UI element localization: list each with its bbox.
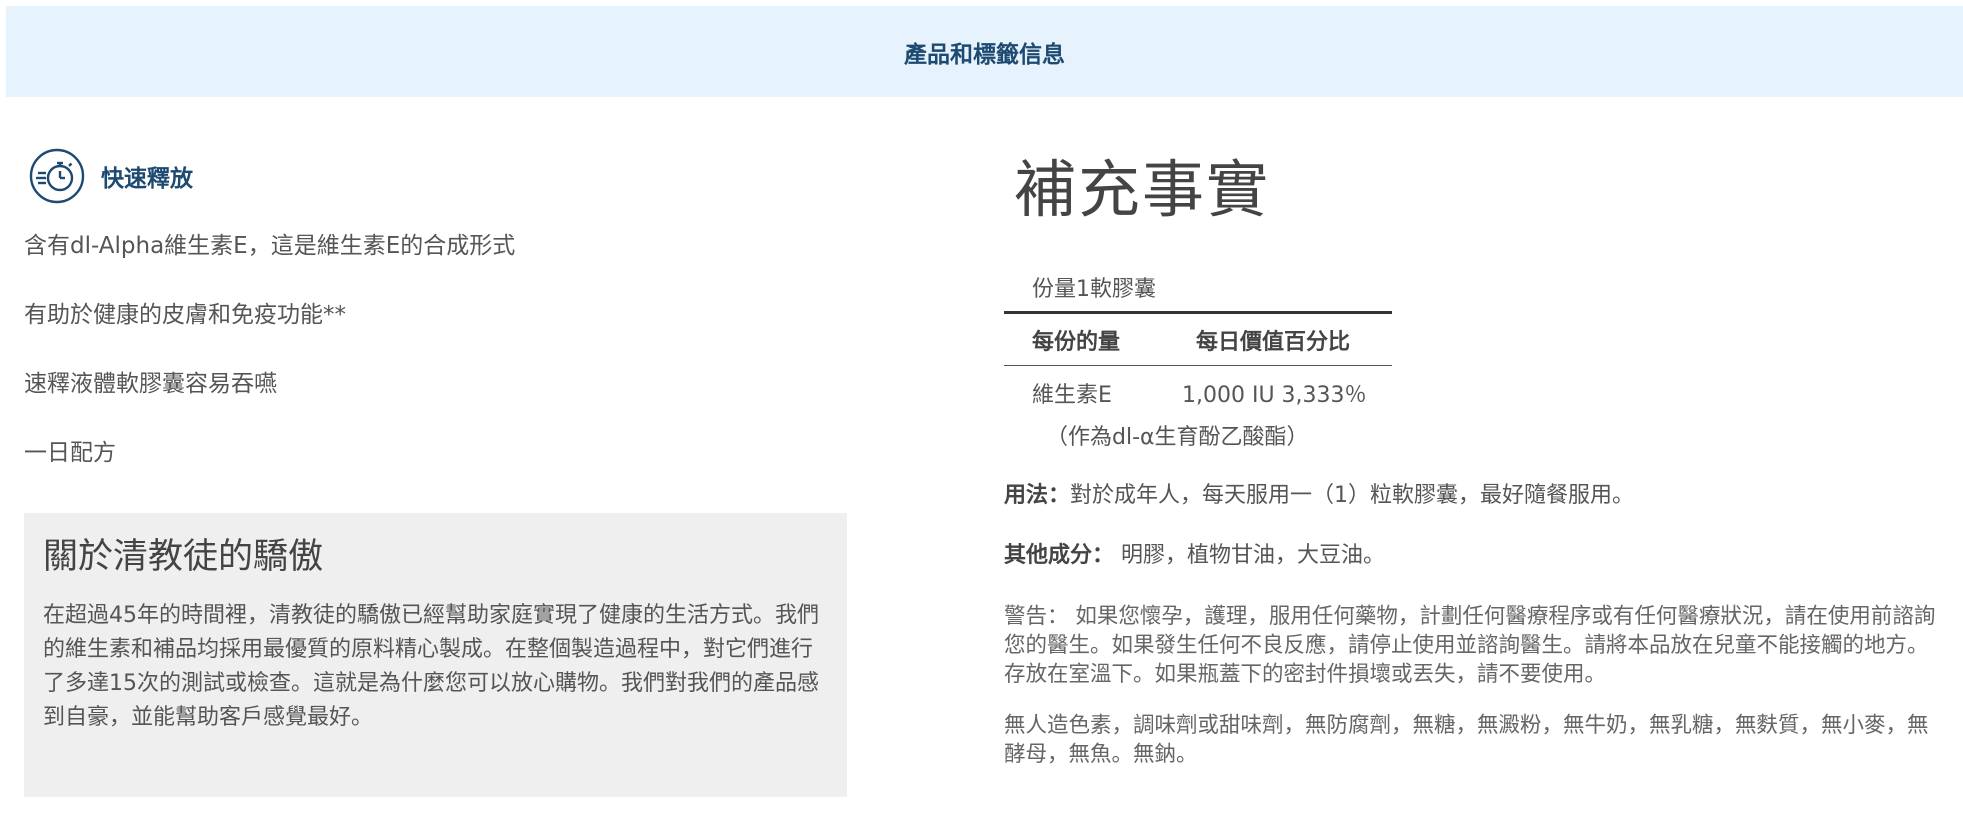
column-header-amount: 每份的量 bbox=[1032, 329, 1121, 355]
list-item: 含有dl-Alpha維生素E，這是維生素E的合成形式 bbox=[24, 233, 516, 259]
about-body: 在超過45年的時間裡，清教徒的驕傲已經幫助家庭實現了健康的生活方式。我們的維生素… bbox=[43, 603, 819, 730]
facts-title: 補充事實 bbox=[1014, 153, 1271, 226]
column-header-dv: 每日價值百分比 bbox=[1196, 329, 1351, 355]
feature-title: 快速釋放 bbox=[101, 166, 193, 192]
free-from-text: 無人造色素，調味劑或甜味劑，無防腐劑，無糖，無澱粉，無牛奶，無乳糖，無麩質，無小… bbox=[1004, 713, 1929, 767]
usage-text: 用法：對於成年人，每天服用一（1）粒軟膠囊，最好隨餐服用。 bbox=[1004, 476, 1944, 516]
list-item: 有助於健康的皮膚和免疫功能** bbox=[24, 302, 346, 328]
nutrient-value: 1,000 IU 3,333％ bbox=[1182, 383, 1367, 408]
usage-label: 用法： bbox=[1004, 483, 1071, 508]
feature-list: 含有dl-Alpha維生素E，這是維生素E的合成形式 有助於健康的皮膚和免疫功能… bbox=[24, 226, 846, 502]
about-box: 關於清教徒的驕傲 在超過45年的時間裡，清教徒的驕傲已經幫助家庭實現了健康的生活… bbox=[24, 513, 847, 797]
table-row: 維生素E 1,000 IU 3,333％ bbox=[1004, 366, 1392, 420]
list-item: 速釋液體軟膠囊容易吞嚥 bbox=[24, 371, 277, 397]
list-item: 一日配方 bbox=[24, 440, 116, 466]
serving-size: 份量1軟膠囊 bbox=[1004, 270, 1392, 314]
other-label: 其他成分： bbox=[1004, 543, 1115, 568]
nutrient-name: 維生素E bbox=[1032, 383, 1112, 408]
header-title: 產品和標籤信息 bbox=[904, 41, 1065, 68]
supplement-facts-table: 份量1軟膠囊 每份的量 每日價值百分比 維生素E 1,000 IU 3,333％… bbox=[1004, 270, 1392, 462]
about-title: 關於清教徒的驕傲 bbox=[43, 537, 324, 577]
right-column: 補充事實 份量1軟膠囊 每份的量 每日價值百分比 維生素E 1,000 IU 3… bbox=[1004, 140, 1944, 769]
left-column: 快速釋放 含有dl-Alpha維生素E，這是維生素E的合成形式 有助於健康的皮膚… bbox=[24, 140, 846, 502]
other-body: 明膠，植物甘油，大豆油。 bbox=[1114, 543, 1386, 568]
other-ingredients: 其他成分： 明膠，植物甘油，大豆油。 bbox=[1004, 536, 1944, 576]
warning-text: 警告： 如果您懷孕，護理，服用任何藥物，計劃任何醫療程序或有任何醫療狀況，請在使… bbox=[1004, 604, 1936, 687]
usage-body: 對於成年人，每天服用一（1）粒軟膠囊，最好隨餐服用。 bbox=[1070, 483, 1635, 508]
stopwatch-icon bbox=[29, 148, 85, 204]
feature-row: 快速釋放 bbox=[24, 140, 846, 212]
nutrient-note: （作為dl-α生育酚乙酸酯） bbox=[1046, 425, 1309, 450]
header-bar: 產品和標籤信息 bbox=[6, 6, 1963, 97]
facts-header-row: 每份的量 每日價值百分比 bbox=[1004, 314, 1392, 366]
